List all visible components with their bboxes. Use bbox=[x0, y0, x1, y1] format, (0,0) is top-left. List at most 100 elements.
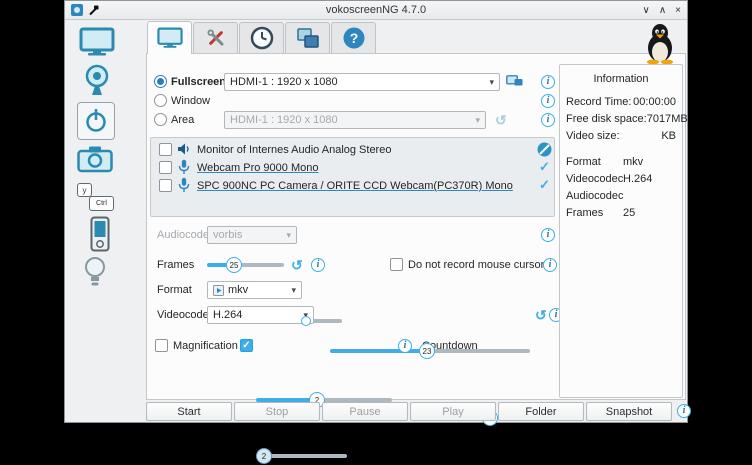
snapshot-button[interactable]: Snapshot bbox=[586, 402, 672, 421]
videocodec-info-value: H.264 bbox=[623, 172, 652, 186]
check-icon: ✓ bbox=[539, 178, 550, 192]
format-select[interactable]: mkv ▾ bbox=[207, 281, 302, 299]
frames-info-value: 25 bbox=[623, 206, 635, 220]
disk-space-row: Free disk space: 7017 MB bbox=[566, 112, 676, 126]
undo-icon: ↺ bbox=[495, 112, 507, 128]
folder-button[interactable]: Folder bbox=[498, 402, 584, 421]
screen-tab-icon bbox=[157, 27, 183, 49]
video-size-unit: KB bbox=[654, 129, 676, 143]
info-icon[interactable]: i bbox=[541, 94, 555, 108]
format-info-row: Format mkv bbox=[566, 155, 676, 169]
info-icon[interactable]: i bbox=[541, 75, 555, 89]
sidebar-shortcut-keys-icon: y Ctrl bbox=[77, 183, 117, 213]
tab-windows[interactable] bbox=[285, 22, 330, 53]
tools-icon bbox=[204, 26, 228, 50]
sidebar-lightbulb-icon bbox=[82, 255, 108, 289]
app-icon bbox=[71, 4, 83, 16]
tab-timer[interactable] bbox=[239, 22, 284, 53]
chevron-down-icon: ▾ bbox=[475, 115, 480, 126]
mouse-cursor-checkbox[interactable] bbox=[390, 258, 403, 271]
window-label: Window bbox=[171, 94, 210, 108]
record-time-row: Record Time: 00:00:00 bbox=[566, 95, 676, 109]
stop-button: Stop bbox=[234, 402, 320, 421]
window-radio[interactable] bbox=[154, 94, 167, 107]
magnification-label: Magnification bbox=[173, 339, 238, 353]
tux-logo bbox=[642, 22, 678, 67]
muted-icon bbox=[537, 142, 552, 157]
audio-device-label: SPC 900NC PC Camera / ORITE CCD Webcam(P… bbox=[197, 179, 513, 193]
tab-tools[interactable] bbox=[193, 22, 238, 53]
mini-slider-handle[interactable] bbox=[301, 316, 311, 326]
sidebar-screen-icon bbox=[75, 26, 119, 58]
svg-text:?: ? bbox=[349, 30, 358, 46]
undo-icon[interactable]: ↺ bbox=[291, 257, 303, 273]
chevron-down-icon: ▾ bbox=[489, 77, 494, 88]
audiocodec-label: Audiocodec bbox=[157, 228, 215, 242]
disk-space-value: 7017 bbox=[647, 112, 671, 126]
magnification-checkbox[interactable] bbox=[155, 339, 168, 352]
pause-button: Pause bbox=[322, 402, 408, 421]
info-icon[interactable]: i bbox=[677, 404, 691, 418]
chevron-down-icon: ▾ bbox=[286, 230, 291, 241]
start-button[interactable]: Start bbox=[146, 402, 232, 421]
audio-device-label: Monitor of Internes Audio Analog Stereo bbox=[197, 143, 391, 157]
help-icon: ? bbox=[342, 26, 366, 50]
record-time-value: 00:00:00 bbox=[633, 95, 676, 109]
sidebar-media-player-icon bbox=[89, 215, 111, 253]
format-label: Format bbox=[157, 283, 192, 297]
tab-help[interactable]: ? bbox=[331, 22, 376, 53]
fullscreen-display-select[interactable]: HDMI-1 : 1920 x 1080 ▾ bbox=[224, 73, 500, 91]
info-icon[interactable]: i bbox=[541, 113, 555, 127]
area-radio[interactable] bbox=[154, 113, 167, 126]
screen-tab-panel: Fullscreen HDMI-1 : 1920 x 1080 ▾ i Wind… bbox=[146, 53, 686, 400]
frames-slider-handle[interactable]: 25 bbox=[226, 257, 242, 273]
audiocodec-info-row: Audiocodec bbox=[566, 189, 676, 203]
videocodec-quality-slider[interactable]: 23 bbox=[330, 342, 530, 360]
bottom-toolbar: Start Stop Pause Play Folder Snapshot bbox=[146, 402, 672, 421]
info-icon[interactable]: i bbox=[311, 258, 325, 272]
audio-device-checkbox[interactable] bbox=[159, 179, 172, 192]
information-panel: Information Record Time: 00:00:00 Free d… bbox=[559, 64, 683, 398]
minimize-button[interactable]: ∨ bbox=[643, 2, 650, 19]
close-button[interactable]: × bbox=[675, 2, 681, 19]
key-y: y bbox=[77, 183, 92, 197]
audiocodec-select: vorbis ▾ bbox=[207, 226, 297, 244]
app-window: vokoscreenNG 4.7.0 ∨ ∧ × y Ctrl bbox=[64, 0, 688, 423]
key-ctrl: Ctrl bbox=[89, 196, 114, 211]
sidebar-camera-icon bbox=[75, 144, 115, 174]
display-pair-button[interactable] bbox=[506, 75, 523, 88]
magnification-shape-checkbox[interactable]: ✓ bbox=[240, 339, 253, 352]
area-label: Area bbox=[171, 113, 194, 127]
audio-device-checkbox[interactable] bbox=[159, 161, 172, 174]
window-title: vokoscreenNG 4.7.0 bbox=[65, 4, 687, 16]
video-size-row: Video size: KB bbox=[566, 129, 676, 143]
maximize-button[interactable]: ∧ bbox=[659, 2, 666, 19]
info-icon[interactable]: i bbox=[543, 258, 557, 272]
microphone-icon bbox=[178, 177, 190, 193]
tab-screen[interactable] bbox=[147, 21, 192, 54]
magnification-size-slider[interactable]: 2 bbox=[256, 447, 347, 465]
mouse-cursor-label: Do not record mouse cursor bbox=[408, 258, 544, 272]
microphone-icon bbox=[178, 159, 190, 175]
undo-icon[interactable]: ↺ bbox=[535, 307, 547, 323]
video-file-icon bbox=[213, 285, 224, 296]
magnification-size-handle[interactable]: 2 bbox=[256, 448, 272, 464]
videocodec-select[interactable]: H.264 ▾ bbox=[207, 306, 314, 324]
titlebar-tool-icon bbox=[88, 5, 99, 16]
sidebar-power-icon bbox=[77, 102, 115, 140]
fullscreen-label: Fullscreen bbox=[171, 75, 226, 89]
frames-label: Frames bbox=[157, 258, 194, 272]
format-info-value: mkv bbox=[623, 155, 643, 169]
chevron-down-icon: ▾ bbox=[291, 285, 296, 296]
area-display-select: HDMI-1 : 1920 x 1080 ▾ bbox=[224, 111, 486, 129]
frames-slider[interactable]: 25 bbox=[207, 256, 284, 274]
play-button: Play bbox=[410, 402, 496, 421]
videocodec-slider-handle[interactable]: 23 bbox=[419, 343, 435, 359]
audio-device-label: Webcam Pro 9000 Mono bbox=[197, 161, 318, 175]
windows-icon bbox=[296, 26, 320, 50]
info-icon[interactable]: i bbox=[398, 339, 412, 353]
audio-device-checkbox[interactable] bbox=[159, 143, 172, 156]
fullscreen-radio[interactable] bbox=[154, 75, 167, 88]
info-icon[interactable]: i bbox=[541, 228, 555, 242]
speaker-icon bbox=[177, 142, 191, 156]
